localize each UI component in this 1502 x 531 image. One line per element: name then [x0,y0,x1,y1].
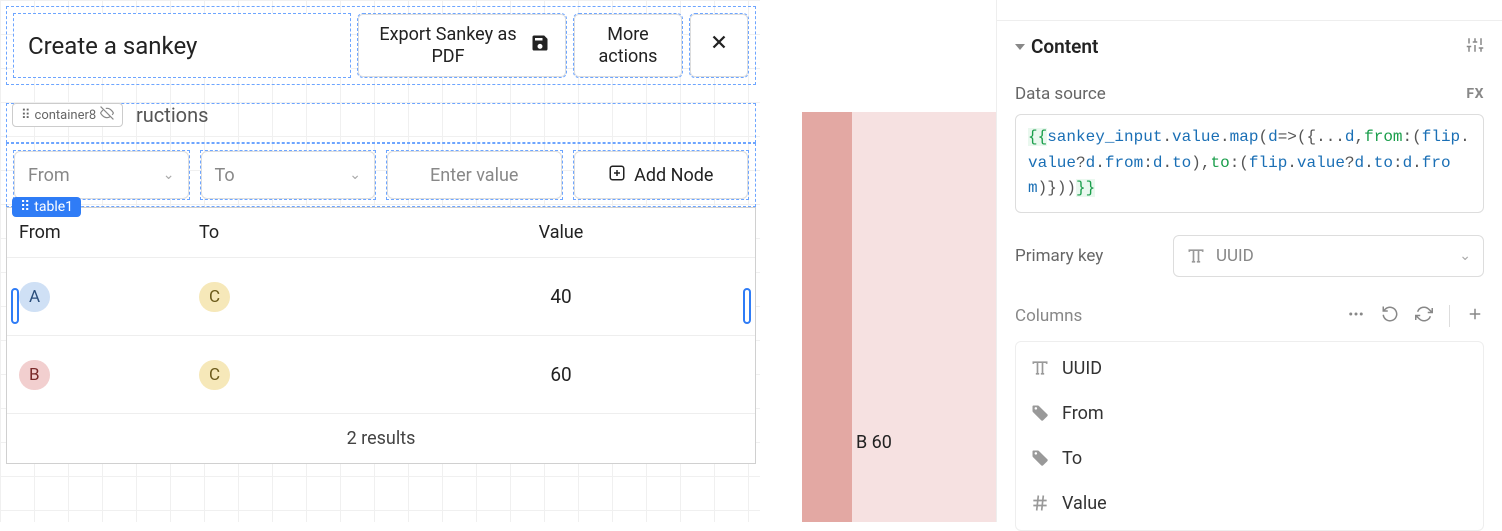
text-icon [1186,246,1206,266]
refresh-icon[interactable] [1415,305,1433,327]
caret-down-icon [1015,44,1025,50]
data-source-row: Data source FX [1015,84,1484,104]
page-title: Create a sankey [13,13,351,78]
chevron-down-icon: ⌄ [163,167,175,183]
column-name: Value [1062,493,1107,514]
data-source-label: Data source [1015,84,1106,104]
export-pdf-label: Export Sankey as PDF [374,24,522,67]
to-select[interactable]: To ⌄ [201,151,376,199]
plus-icon [608,164,626,187]
close-button[interactable] [689,13,749,78]
add-node-button[interactable]: Add Node [574,151,749,199]
col-header-value[interactable]: Value [379,222,743,243]
section-header[interactable]: Content [1015,35,1484,58]
value-cell: 40 [379,285,743,308]
drag-handle-icon: ⠿ [20,199,30,215]
editor-canvas[interactable]: Create a sankey Export Sankey as PDF Mor… [6,0,756,464]
export-pdf-button[interactable]: Export Sankey as PDF [357,13,567,78]
sliders-icon[interactable] [1466,36,1484,58]
hash-icon [1030,493,1050,513]
table-header-row: From To Value [7,208,755,258]
add-node-label: Add Node [634,165,713,186]
section-title: Content [1031,35,1098,58]
primary-key-value: UUID [1216,246,1254,266]
more-actions-button[interactable]: More actions [573,13,683,78]
sankey-preview: B 60 [802,112,994,522]
row-resize-handle[interactable] [743,288,751,324]
primary-key-row: Primary key UUID ⌄ [1015,235,1484,277]
column-item[interactable]: UUID [1016,346,1483,391]
columns-list: UUID From To Value [1015,341,1484,531]
table-badge[interactable]: ⠿ table1 [12,197,81,217]
chevron-down-icon: ⌄ [349,167,361,183]
more-icon[interactable] [1347,305,1365,327]
chevron-down-icon: ⌄ [1459,248,1471,264]
value-placeholder: Enter value [430,165,518,186]
col-header-from[interactable]: From [19,222,199,243]
column-name: To [1062,448,1082,469]
container-name: container8 [35,108,97,123]
from-placeholder: From [28,165,70,186]
table-footer: 2 results [7,414,755,463]
from-chip: A [19,282,50,312]
sankey-label: B 60 [856,432,892,453]
primary-key-select[interactable]: UUID ⌄ [1173,235,1484,277]
from-chip: B [19,360,50,390]
col-header-to[interactable]: To [199,222,379,243]
primary-key-label: Primary key [1015,246,1155,266]
row-resize-handle[interactable] [11,288,19,324]
to-placeholder: To [215,165,235,186]
inspector-panel: Content Data source FX {{sankey_input.va… [996,0,1502,522]
hidden-icon [100,106,114,124]
column-name: UUID [1062,358,1102,379]
to-chip: C [199,360,230,390]
column-item[interactable]: From [1016,391,1483,436]
column-item[interactable]: Value [1016,481,1483,526]
close-icon [708,31,730,60]
from-select[interactable]: From ⌄ [14,151,189,199]
text-icon [1030,358,1050,378]
data-table[interactable]: From To Value A C 40 B C 60 2 results [6,207,756,464]
fx-toggle[interactable]: FX [1466,86,1484,102]
sankey-node [802,112,852,522]
to-chip: C [199,282,230,312]
save-icon [530,33,550,59]
columns-header: Columns [1015,305,1484,327]
plus-icon[interactable] [1466,305,1484,327]
tag-icon [1030,403,1050,423]
tag-icon [1030,448,1050,468]
value-input[interactable]: Enter value [387,151,562,199]
column-name: From [1062,403,1104,424]
reset-icon[interactable] [1381,305,1399,327]
table-name: table1 [34,199,73,215]
drag-handle-icon: ⠿ [21,108,31,123]
sankey-link [852,112,997,522]
table-row[interactable]: B C 60 [7,336,755,414]
inputs-row: From ⌄ To ⌄ Enter value Add Node [6,143,756,207]
container-label[interactable]: ⠿ container8 [12,103,123,127]
columns-label: Columns [1015,306,1082,326]
data-source-code[interactable]: {{sankey_input.value.map(d=>({...d,from:… [1015,114,1484,213]
table-row[interactable]: A C 40 [7,258,755,336]
separator [1449,305,1450,327]
value-cell: 60 [379,363,743,386]
truncated-text: ructions [136,103,208,127]
toolbar-container: Create a sankey Export Sankey as PDF Mor… [6,6,756,85]
column-item[interactable]: To [1016,436,1483,481]
